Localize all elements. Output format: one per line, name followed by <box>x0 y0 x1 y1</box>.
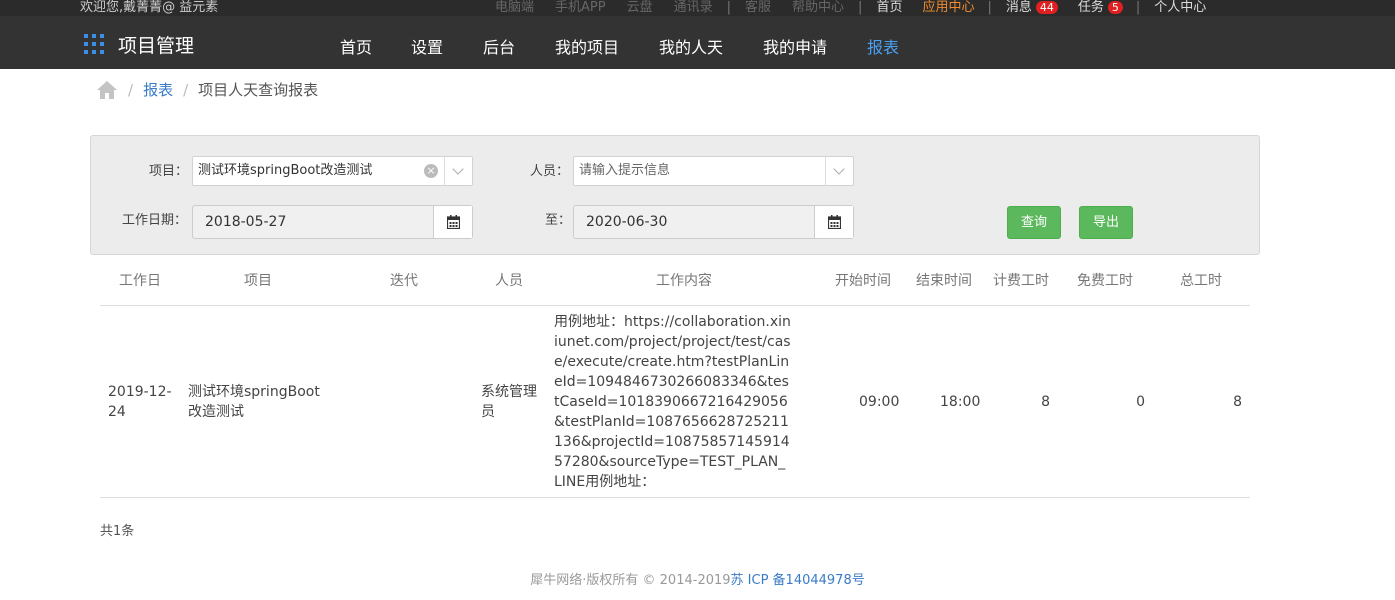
messages-badge: 44 <box>1035 1 1058 14</box>
footer: 犀牛网络·版权所有 © 2014-2019苏 ICP 备14044978号 <box>0 572 1395 590</box>
col-free-hours[interactable]: 免费工时 <box>1077 272 1133 290</box>
col-total-hours[interactable]: 总工时 <box>1180 272 1222 290</box>
link-cloud-disk[interactable]: 云盘 <box>627 0 653 15</box>
breadcrumb-separator: / <box>183 81 189 99</box>
project-select-value: 测试环境springBoot改造测试 <box>198 163 373 178</box>
person-label: 人员： <box>530 164 570 179</box>
breadcrumb-reports-link[interactable]: 报表 <box>143 80 173 100</box>
project-select[interactable]: 测试环境springBoot改造测试 × <box>192 156 473 186</box>
project-label: 项目： <box>149 164 189 179</box>
link-personal-center[interactable]: 个人中心 <box>1154 0 1206 15</box>
col-content[interactable]: 工作内容 <box>656 272 712 290</box>
date-to-value: 2020-06-30 <box>586 214 668 230</box>
person-select-placeholder: 请输入提示信息 <box>579 163 671 178</box>
cell-workday: 2019-12-24 <box>108 384 172 420</box>
breadcrumb: / 报表 / 项目人天查询报表 <box>96 80 318 100</box>
nav-item-settings[interactable]: 设置 <box>411 38 443 58</box>
col-start-time[interactable]: 开始时间 <box>835 272 891 290</box>
messages-label: 消息 <box>1005 0 1032 15</box>
table-row: 2019-12-24 测试环境springBoot改造测试 系统管理员 用例地址… <box>100 307 1250 498</box>
tasks-badge: 5 <box>1107 1 1123 14</box>
divider: | <box>987 0 992 15</box>
nav-item-my-projects[interactable]: 我的项目 <box>555 38 619 58</box>
link-home[interactable]: 首页 <box>876 0 902 15</box>
link-tasks[interactable]: 任务 5 <box>1078 0 1123 15</box>
link-contacts[interactable]: 通讯录 <box>674 0 713 15</box>
home-icon[interactable] <box>96 80 118 100</box>
main-navbar: 项目管理 首页 设置 后台 我的项目 我的人天 我的申请 报表 <box>0 16 1395 69</box>
col-billable-hours[interactable]: 计费工时 <box>993 272 1049 290</box>
welcome-text: 欢迎您,戴菁菁@ 益元素 <box>80 0 219 15</box>
divider: | <box>726 0 732 15</box>
cell-content: 用例地址：https://collaboration.xiniunet.com/… <box>554 314 791 490</box>
date-from-input[interactable]: 2018-05-27 <box>192 205 473 239</box>
cell-total-hours: 8 <box>1233 394 1242 410</box>
cell-billable-hours: 8 <box>1041 394 1050 410</box>
top-utility-bar: 欢迎您,戴菁菁@ 益元素 电脑端 手机APP 云盘 通讯录 | 客服 帮助中心 … <box>0 0 1395 16</box>
cell-person: 系统管理员 <box>481 384 537 420</box>
chevron-down-icon[interactable] <box>444 157 472 185</box>
tasks-label: 任务 <box>1077 0 1104 15</box>
calendar-icon[interactable] <box>433 206 472 238</box>
col-person[interactable]: 人员 <box>495 272 523 290</box>
link-desktop[interactable]: 电脑端 <box>495 0 534 15</box>
icp-link[interactable]: 苏 ICP 备14044978号 <box>731 573 865 588</box>
cell-start-time: 09:00 <box>859 394 900 410</box>
nav-item-my-mandays[interactable]: 我的人天 <box>659 38 723 58</box>
calendar-icon[interactable] <box>814 206 853 238</box>
copyright-text: 犀牛网络·版权所有 © 2014-2019 <box>530 573 731 588</box>
cell-project: 测试环境springBoot改造测试 <box>188 384 320 420</box>
person-select[interactable]: 请输入提示信息 <box>573 156 854 186</box>
col-workday[interactable]: 工作日 <box>119 272 161 290</box>
col-project[interactable]: 项目 <box>244 272 272 290</box>
table-header: 工作日 项目 迭代 人员 工作内容 开始时间 结束时间 计费工时 免费工时 总工… <box>100 258 1250 306</box>
divider: | <box>1135 0 1141 15</box>
cell-end-time: 18:00 <box>940 394 981 410</box>
col-iteration[interactable]: 迭代 <box>390 272 418 290</box>
clear-icon[interactable]: × <box>424 164 438 178</box>
nav-item-home[interactable]: 首页 <box>340 38 372 58</box>
main-nav: 首页 设置 后台 我的项目 我的人天 我的申请 报表 <box>0 38 1395 58</box>
link-app-center[interactable]: 应用中心 <box>922 0 974 15</box>
nav-item-my-applications[interactable]: 我的申请 <box>763 38 827 58</box>
link-messages[interactable]: 消息 44 <box>1006 0 1058 15</box>
link-help-center[interactable]: 帮助中心 <box>792 0 844 15</box>
breadcrumb-current: 项目人天查询报表 <box>198 81 319 99</box>
chevron-down-icon[interactable] <box>825 157 853 185</box>
date-from-value: 2018-05-27 <box>205 214 287 230</box>
date-to-label: 至： <box>545 213 572 228</box>
nav-item-reports[interactable]: 报表 <box>867 38 899 58</box>
work-date-label: 工作日期： <box>122 213 188 228</box>
query-button[interactable]: 查询 <box>1007 206 1061 239</box>
col-end-time[interactable]: 结束时间 <box>916 272 972 290</box>
export-button[interactable]: 导出 <box>1079 206 1133 239</box>
breadcrumb-separator: / <box>128 81 134 99</box>
date-to-input[interactable]: 2020-06-30 <box>573 205 854 239</box>
filter-panel: 项目： 测试环境springBoot改造测试 × 人员： 请输入提示信息 工作日… <box>90 135 1260 255</box>
nav-item-backend[interactable]: 后台 <box>483 38 515 58</box>
utility-links: 电脑端 手机APP 云盘 通讯录 | 客服 帮助中心 | 首页 应用中心 | 消… <box>495 0 1206 15</box>
link-customer-service[interactable]: 客服 <box>745 0 771 15</box>
record-count: 共1条 <box>100 524 135 539</box>
cell-free-hours: 0 <box>1136 394 1145 410</box>
divider: | <box>858 0 863 15</box>
link-mobile-app[interactable]: 手机APP <box>555 0 606 15</box>
